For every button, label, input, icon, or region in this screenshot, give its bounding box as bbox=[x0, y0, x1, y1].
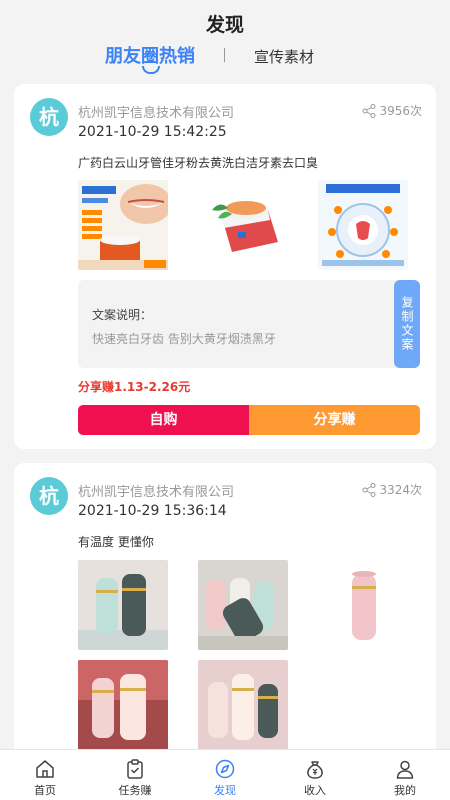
tabbar-item-discover[interactable]: 发现 bbox=[180, 750, 270, 800]
company-name: 杭州凯宇信息技术有限公司 bbox=[78, 485, 235, 500]
post-timestamp: 2021-10-29 15:36:14 bbox=[78, 503, 227, 519]
post-image[interactable] bbox=[318, 180, 408, 270]
compass-icon bbox=[215, 759, 235, 779]
avatar: 杭 bbox=[30, 477, 68, 515]
post-image[interactable] bbox=[198, 180, 288, 270]
share-earn-button[interactable]: 分享赚 bbox=[249, 405, 420, 435]
post-image[interactable] bbox=[198, 660, 288, 750]
copy-label: 文案说明： bbox=[92, 308, 153, 322]
post-image[interactable] bbox=[78, 660, 168, 750]
share-icon bbox=[362, 482, 376, 497]
bottom-tab-bar: 首页 任务赚 发现 收入 我的 bbox=[0, 749, 450, 800]
post-image[interactable] bbox=[78, 560, 168, 650]
task-icon bbox=[127, 759, 143, 779]
post-card: 杭 杭州凯宇信息技术有限公司 3324次 2021-10-29 15:36:14… bbox=[14, 463, 436, 763]
user-icon bbox=[396, 760, 414, 779]
post-card: 杭 杭州凯宇信息技术有限公司 3956次 2021-10-29 15:42:25… bbox=[14, 84, 436, 449]
post-text: 广药白云山牙管佳牙粉去黄洗白洁牙素去口臭 bbox=[78, 156, 319, 170]
copy-text-button[interactable]: 复制文案 bbox=[394, 280, 420, 368]
tabbar-label: 我的 bbox=[394, 784, 416, 797]
post-text: 有温度 更懂你 bbox=[78, 535, 154, 549]
tab-friends-hot[interactable]: 朋友圈热销 bbox=[105, 42, 195, 68]
tabbar-item-mine[interactable]: 我的 bbox=[360, 750, 450, 800]
tabbar-item-home[interactable]: 首页 bbox=[0, 750, 90, 800]
home-icon bbox=[36, 760, 54, 778]
tabbar-item-tasks[interactable]: 任务赚 bbox=[90, 750, 180, 800]
tabbar-item-income[interactable]: 收入 bbox=[270, 750, 360, 800]
post-image[interactable] bbox=[198, 560, 288, 650]
tabbar-label: 首页 bbox=[34, 784, 56, 797]
post-image[interactable] bbox=[318, 560, 408, 650]
copy-description: 快速亮白牙齿 告别大黄牙烟渍黑牙 bbox=[92, 332, 276, 346]
tab-divider bbox=[224, 48, 225, 62]
money-bag-icon bbox=[307, 761, 323, 779]
tabbar-label: 收入 bbox=[304, 784, 326, 797]
share-count[interactable]: 3324次 bbox=[362, 481, 422, 498]
active-tab-indicator bbox=[142, 66, 160, 74]
copy-text-box: 文案说明： 快速亮白牙齿 告别大黄牙烟渍黑牙 复制文案 bbox=[78, 280, 420, 368]
share-count[interactable]: 3956次 bbox=[362, 102, 422, 119]
header: 发现 朋友圈热销 宣传素材 bbox=[0, 0, 450, 80]
tab-promo-material[interactable]: 宣传素材 bbox=[254, 46, 314, 67]
company-name: 杭州凯宇信息技术有限公司 bbox=[78, 106, 235, 121]
post-timestamp: 2021-10-29 15:42:25 bbox=[78, 124, 227, 140]
tabbar-label: 任务赚 bbox=[118, 784, 152, 797]
post-image[interactable] bbox=[78, 180, 168, 270]
page-title: 发现 bbox=[205, 14, 244, 36]
tabbar-label: 发现 bbox=[214, 784, 236, 797]
share-icon bbox=[362, 103, 376, 118]
share-count-text: 3324次 bbox=[379, 483, 422, 497]
share-count-text: 3956次 bbox=[379, 104, 422, 118]
self-buy-button[interactable]: 自购 bbox=[78, 405, 249, 435]
earn-text: 分享赚1.13-2.26元 bbox=[78, 380, 191, 394]
avatar: 杭 bbox=[30, 98, 68, 136]
